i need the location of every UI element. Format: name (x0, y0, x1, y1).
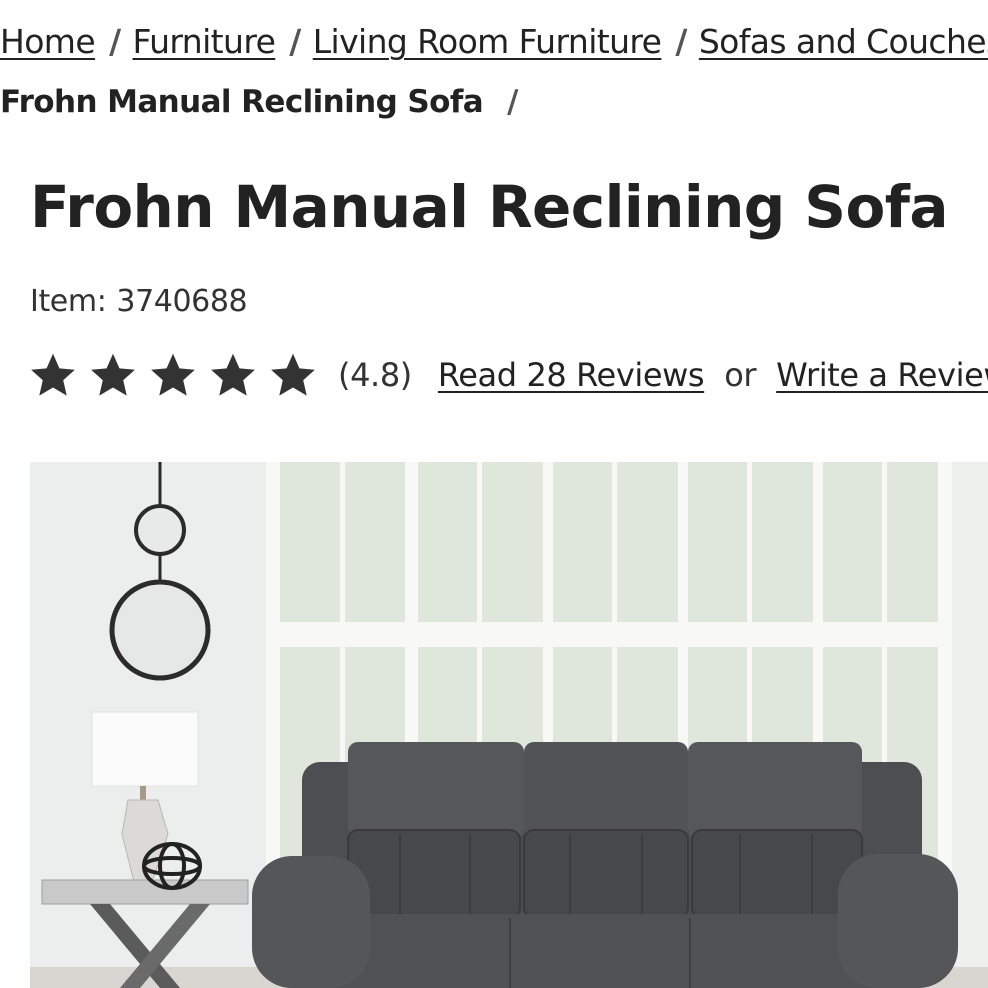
rating-row: (4.8) Read 28 Reviews or Write a Review (28, 350, 988, 400)
item-number-label: Item: (30, 284, 107, 319)
product-photo (30, 462, 988, 988)
item-number: Item: 3740688 (30, 282, 248, 322)
write-review-link[interactable]: Write a Review (776, 356, 988, 394)
breadcrumb-separator: / (675, 22, 687, 61)
read-reviews-link[interactable]: Read 28 Reviews (438, 356, 705, 394)
breadcrumb-current-label: Frohn Manual Reclining Sofa (0, 84, 484, 120)
breadcrumb: Home / Furniture / Living Room Furniture / Sof… (0, 18, 988, 66)
breadcrumb-sofas-link[interactable]: Sofas and Couches (699, 22, 988, 61)
breadcrumb-living-room-link[interactable]: Living Room Furniture (313, 22, 662, 61)
product-image[interactable] (30, 462, 988, 988)
star-icon (271, 353, 315, 396)
breadcrumb-separator: / (507, 84, 518, 120)
star-icon (31, 353, 75, 396)
breadcrumb-separator: / (289, 22, 301, 61)
or-text: or (724, 356, 757, 394)
star-rating[interactable] (28, 350, 328, 400)
rating-value: (4.8) (338, 356, 412, 394)
star-icon (151, 353, 195, 396)
breadcrumb-furniture-link[interactable]: Furniture (133, 22, 276, 61)
breadcrumb-home-link[interactable]: Home (0, 22, 96, 61)
breadcrumb-separator: / (109, 22, 121, 61)
star-icon (211, 353, 255, 396)
breadcrumb-current: Frohn Manual Reclining Sofa / (0, 80, 518, 124)
item-number-value: 3740688 (116, 284, 248, 319)
star-icon (91, 353, 135, 396)
product-title: Frohn Manual Reclining Sofa (30, 173, 948, 241)
